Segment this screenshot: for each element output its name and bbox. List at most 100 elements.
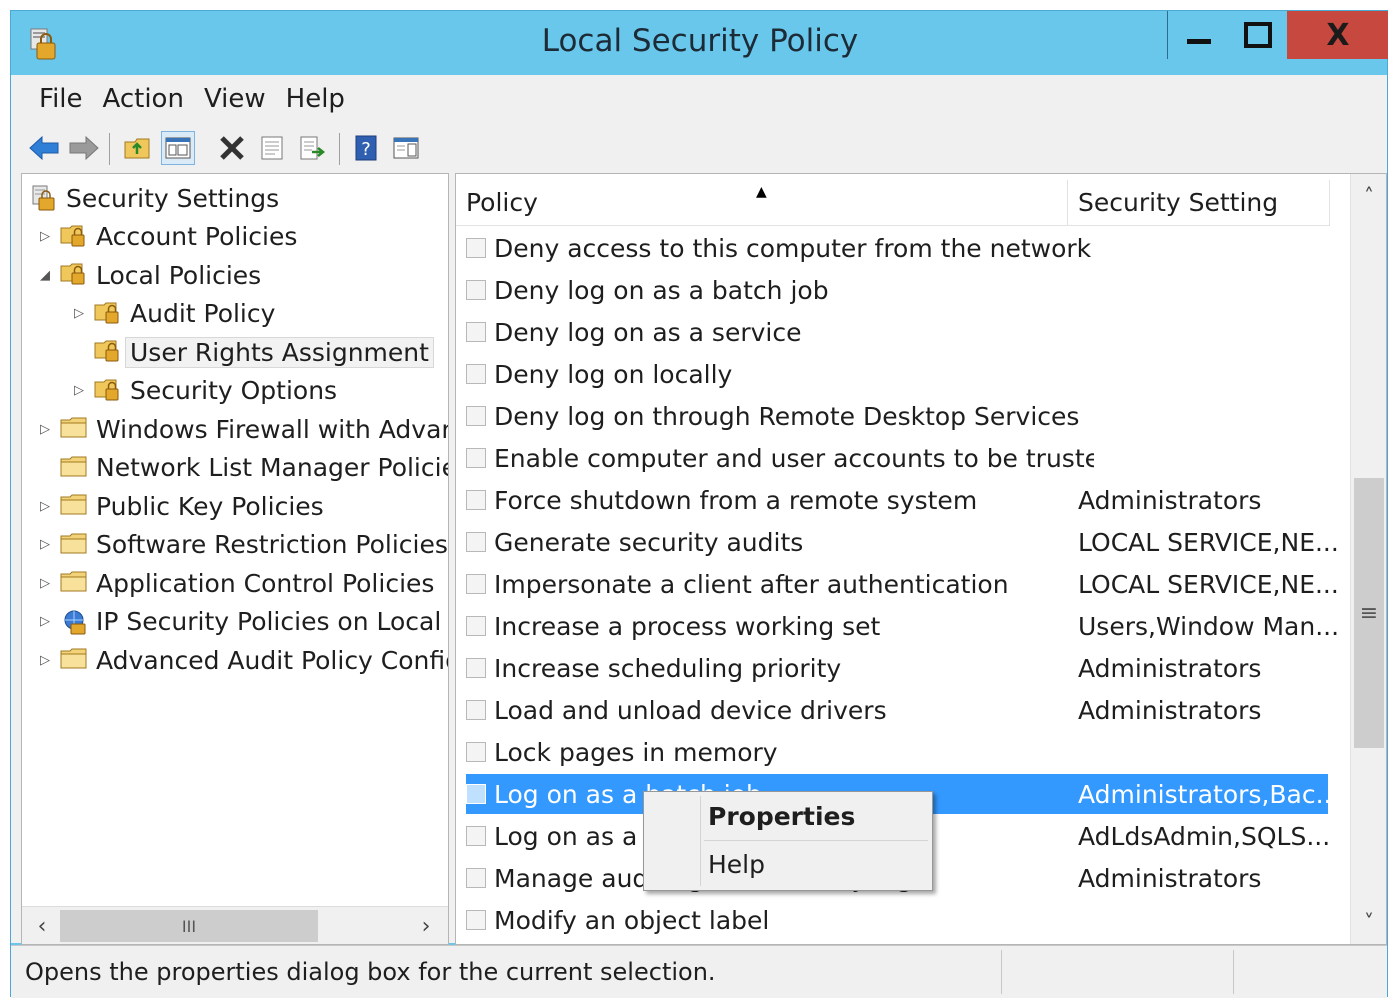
export-list-icon[interactable] — [295, 131, 329, 165]
minimize-button[interactable] — [1167, 11, 1229, 59]
table-row[interactable]: Deny log on as a service — [466, 312, 1328, 352]
column-header-setting-label: Security Setting — [1078, 188, 1279, 217]
list-vertical-scrollbar[interactable]: ˄ ≡ ˅ — [1350, 174, 1386, 944]
policy-name: Impersonate a client after authenticatio… — [494, 569, 1009, 599]
security-setting: AdLdsAdmin,SQLS... — [1078, 821, 1331, 851]
table-row[interactable]: Modify an object label — [466, 900, 1328, 940]
expand-arrow-icon[interactable]: ▷ — [38, 499, 52, 514]
policy-icon — [466, 868, 486, 888]
column-header-policy[interactable]: Policy ▲ — [456, 180, 1068, 226]
collapse-arrow-icon[interactable]: ◢ — [38, 268, 52, 283]
tree-item-application-control-policies[interactable]: ▷ Application Control Policies — [40, 565, 435, 601]
expand-arrow-icon[interactable]: ▷ — [38, 422, 52, 437]
table-row[interactable]: Load and unload device drivers Administra… — [466, 690, 1328, 730]
menu-view[interactable]: View — [194, 84, 276, 114]
context-menu-properties[interactable]: Properties — [708, 802, 855, 831]
help-icon[interactable]: ? — [349, 131, 383, 165]
policy-icon — [466, 742, 486, 762]
table-row[interactable]: Increase scheduling priority Administrato… — [466, 648, 1328, 688]
close-button[interactable]: X — [1287, 11, 1388, 59]
up-folder-icon[interactable] — [121, 131, 155, 165]
scroll-down-button[interactable]: ˅ — [1351, 904, 1386, 940]
back-arrow-icon[interactable] — [27, 131, 61, 165]
table-row[interactable]: Enable computer and user accounts to be … — [466, 438, 1328, 478]
table-row[interactable]: Force shutdown from a remote system Admin… — [466, 480, 1328, 520]
tree-horizontal-scrollbar[interactable]: ‹ III › — [22, 906, 448, 944]
tree-item-label: Account Policies — [96, 222, 298, 251]
tree-item-label: Application Control Policies — [96, 568, 435, 598]
table-row[interactable]: Deny log on as a batch job — [466, 270, 1328, 310]
policy-icon — [466, 826, 486, 846]
scroll-up-button[interactable]: ˄ — [1351, 178, 1386, 214]
properties-icon[interactable] — [255, 131, 289, 165]
expand-arrow-icon[interactable]: ▷ — [38, 614, 52, 629]
title-bar[interactable]: Local Security Policy X — [11, 11, 1388, 75]
tree-item-advanced-audit-policy-config[interactable]: ▷ Advanced Audit Policy Config — [40, 642, 448, 678]
scroll-thumb[interactable]: ≡ — [1354, 478, 1384, 748]
tree-item-account-policies[interactable]: ▷ Account Policies — [40, 219, 298, 255]
table-row[interactable]: Deny log on through Remote Desktop Servi… — [466, 396, 1328, 436]
menu-action[interactable]: Action — [93, 84, 194, 114]
tree-item-label: Windows Firewall with Advanc — [96, 414, 449, 444]
tree-item-label: Software Restriction Policies — [96, 530, 448, 559]
scroll-left-button[interactable]: ‹ — [24, 909, 60, 943]
security-setting: Administrators — [1078, 695, 1262, 725]
tree-item-audit-policy[interactable]: ▷ Audit Policy — [74, 296, 275, 332]
security-setting: Users,Window Man... — [1078, 611, 1340, 641]
policy-icon — [466, 658, 486, 678]
scroll-right-button[interactable]: › — [408, 909, 444, 943]
tree-item-label: User Rights Assignment — [125, 336, 434, 368]
expand-arrow-icon[interactable]: ▷ — [38, 576, 52, 591]
menu-bar: File Action View Help — [11, 75, 1387, 123]
tree-item-security-options[interactable]: ▷ Security Options — [74, 373, 337, 409]
policy-name: Force shutdown from a remote system — [494, 485, 978, 515]
maximize-button[interactable] — [1229, 11, 1287, 59]
column-header-policy-label: Policy — [466, 188, 538, 217]
expand-arrow-icon[interactable]: ▷ — [38, 537, 52, 552]
folder-icon — [60, 646, 88, 674]
tree-item-user-rights-assignment[interactable]: User Rights Assignment — [94, 334, 434, 370]
toolbar: ? — [11, 123, 1387, 173]
tree-item-public-key-policies[interactable]: ▷ Public Key Policies — [40, 488, 324, 524]
show-hide-tree-icon[interactable] — [161, 131, 195, 165]
table-row[interactable]: Impersonate a client after authenticatio… — [466, 564, 1339, 604]
tree-item-security-settings[interactable]: Security Settings — [30, 180, 279, 216]
security-setting: LOCAL SERVICE,NE... — [1078, 527, 1339, 557]
policy-icon — [466, 322, 486, 342]
tree-item-label: Public Key Policies — [96, 491, 324, 521]
policy-icon — [466, 364, 486, 384]
tree-item-network-list-manager-policies[interactable]: Network List Manager Policies — [60, 450, 448, 486]
expand-arrow-icon[interactable]: ▷ — [38, 229, 52, 244]
menu-file[interactable]: File — [29, 84, 93, 114]
table-row[interactable]: Lock pages in memory — [466, 732, 1328, 772]
tree-item-windows-firewall-with-advanc[interactable]: ▷ Windows Firewall with Advanc — [40, 411, 449, 447]
policy-name: Deny access to this computer from the ne… — [494, 233, 1092, 263]
folder-icon — [60, 531, 88, 559]
status-bar: Opens the properties dialog box for the … — [11, 945, 1387, 998]
policy-name: Deny log on locally — [494, 359, 733, 389]
menu-help[interactable]: Help — [276, 84, 355, 114]
expand-arrow-icon[interactable]: ▷ — [72, 383, 86, 398]
expand-arrow-icon[interactable]: ▷ — [38, 653, 52, 668]
app-window: Local Security Policy X File Action View… — [10, 10, 1388, 998]
table-row[interactable]: Deny access to this computer from the ne… — [466, 228, 1328, 268]
security-settings-icon — [30, 184, 58, 212]
scroll-thumb[interactable]: III — [60, 910, 318, 942]
security-setting: Administrators — [1078, 653, 1262, 683]
column-header-security-setting[interactable]: Security Setting — [1068, 180, 1330, 226]
delete-icon[interactable] — [215, 131, 249, 165]
tree-item-ip-security-policies-on-local-c[interactable]: ▷ IP Security Policies on Local C — [40, 604, 448, 640]
tree-item-software-restriction-policies[interactable]: ▷ Software Restriction Policies — [40, 527, 448, 563]
policy-name: Generate security audits — [494, 527, 804, 557]
forward-arrow-icon[interactable] — [67, 131, 101, 165]
expand-arrow-icon[interactable]: ▷ — [72, 306, 86, 321]
action-pane-icon[interactable] — [389, 131, 423, 165]
policy-icon — [466, 910, 486, 930]
policy-name: Modify an object label — [494, 905, 770, 935]
tree-item-local-policies[interactable]: ◢ Local Policies — [40, 257, 261, 293]
table-row[interactable]: Increase a process working set Users,Wind… — [466, 606, 1339, 646]
table-row[interactable]: Generate security audits LOCAL SERVICE,NE… — [466, 522, 1339, 562]
tree-item-label: Security Settings — [66, 183, 280, 213]
context-menu-help[interactable]: Help — [708, 850, 765, 879]
table-row[interactable]: Deny log on locally — [466, 354, 1328, 394]
